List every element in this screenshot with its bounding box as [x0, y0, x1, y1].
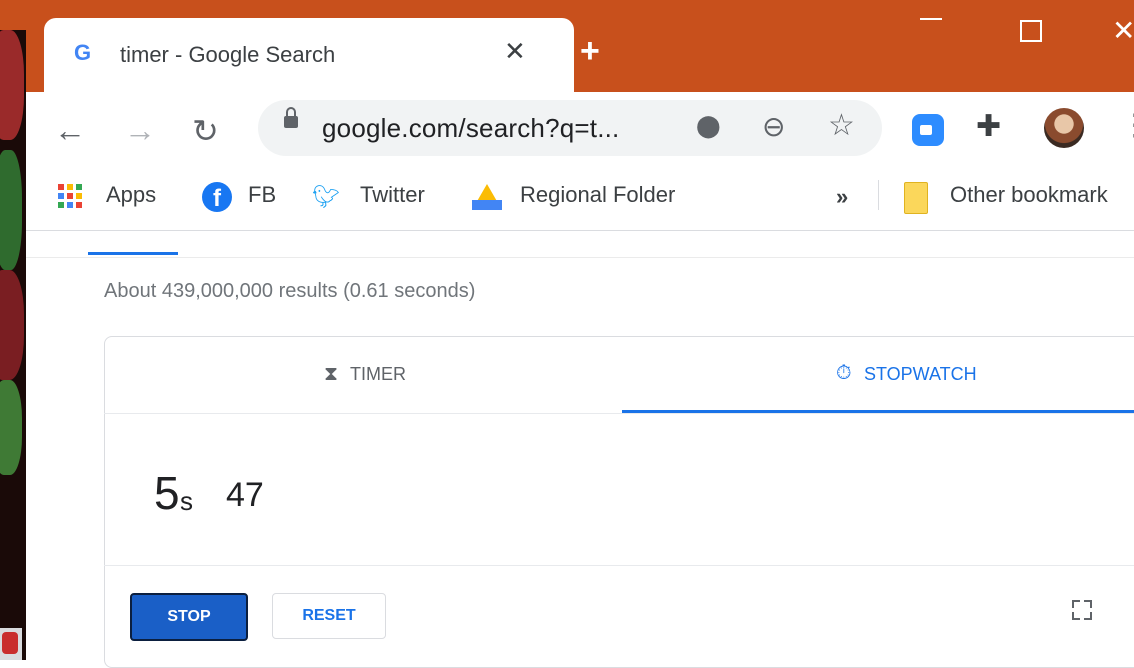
star-icon[interactable]: ☆ — [828, 108, 855, 143]
forward-arrow-icon[interactable]: → — [124, 112, 156, 149]
seconds-unit: s — [180, 486, 193, 516]
apps-grid-icon[interactable] — [58, 184, 84, 210]
google-drive-icon[interactable] — [472, 184, 502, 210]
tab-stopwatch[interactable]: ⏱ STOPWATCH — [622, 336, 1134, 414]
tab-timer-label: TIMER — [350, 364, 406, 384]
reset-button[interactable]: RESET — [272, 593, 386, 639]
tab-stopwatch-label: STOPWATCH — [864, 364, 977, 384]
new-tab-button[interactable]: + — [580, 32, 600, 71]
divider — [26, 257, 1134, 258]
bookmarks-divider — [878, 180, 879, 210]
puzzle-icon[interactable]: ✚ — [976, 109, 1001, 144]
tab-timer[interactable]: ⧗ TIMER — [104, 336, 622, 414]
maximize-button[interactable] — [1020, 20, 1042, 42]
fullscreen-icon[interactable] — [1072, 600, 1092, 620]
bookmark-twitter[interactable]: Twitter — [360, 182, 425, 208]
bookmark-other[interactable]: Other bookmark — [950, 182, 1108, 208]
more-bookmarks-button[interactable]: » — [836, 184, 848, 210]
facebook-icon[interactable]: f — [202, 182, 232, 212]
zoom-extension-icon[interactable] — [912, 114, 944, 146]
url-text[interactable]: google.com/search?q=t... — [322, 113, 619, 144]
reload-icon[interactable]: ↻ — [192, 112, 219, 150]
bookmark-fb[interactable]: FB — [248, 182, 276, 208]
stopwatch-icon: ⏱ — [836, 362, 852, 384]
bookmark-apps[interactable]: Apps — [106, 182, 156, 208]
tab-title: timer - Google Search — [120, 42, 336, 67]
window-close-button[interactable]: ✕ — [1112, 14, 1134, 47]
zoom-out-icon[interactable]: ⊖ — [762, 110, 785, 143]
stop-button[interactable]: STOP — [130, 593, 248, 641]
twitter-icon[interactable]: 🐦︎ — [312, 184, 340, 210]
elapsed-seconds: 5 — [154, 467, 180, 519]
hourglass-icon: ⧗ — [324, 363, 339, 385]
location-icon[interactable]: ⬤ — [696, 113, 721, 139]
result-stats: About 439,000,000 results (0.61 seconds) — [104, 280, 476, 302]
divider — [104, 413, 1134, 414]
avatar[interactable] — [1044, 108, 1084, 148]
desktop-background — [0, 0, 26, 660]
back-arrow-icon[interactable]: ← — [54, 112, 86, 149]
divider — [104, 565, 1134, 566]
active-search-tab-indicator — [88, 252, 178, 255]
menu-icon[interactable]: ⋮ — [1120, 108, 1134, 143]
browser-window: G timer - Google Search ✕ + ✕ ← → ↻ goog… — [26, 0, 1134, 668]
google-favicon-icon: G — [74, 40, 92, 65]
lock-icon[interactable] — [284, 107, 298, 128]
elapsed-hundredths: 47 — [226, 476, 264, 514]
minimize-button[interactable] — [920, 18, 942, 20]
bookmark-regional-folder[interactable]: Regional Folder — [520, 182, 675, 208]
tab-close-icon[interactable]: ✕ — [504, 36, 526, 67]
folder-icon[interactable] — [904, 182, 928, 214]
